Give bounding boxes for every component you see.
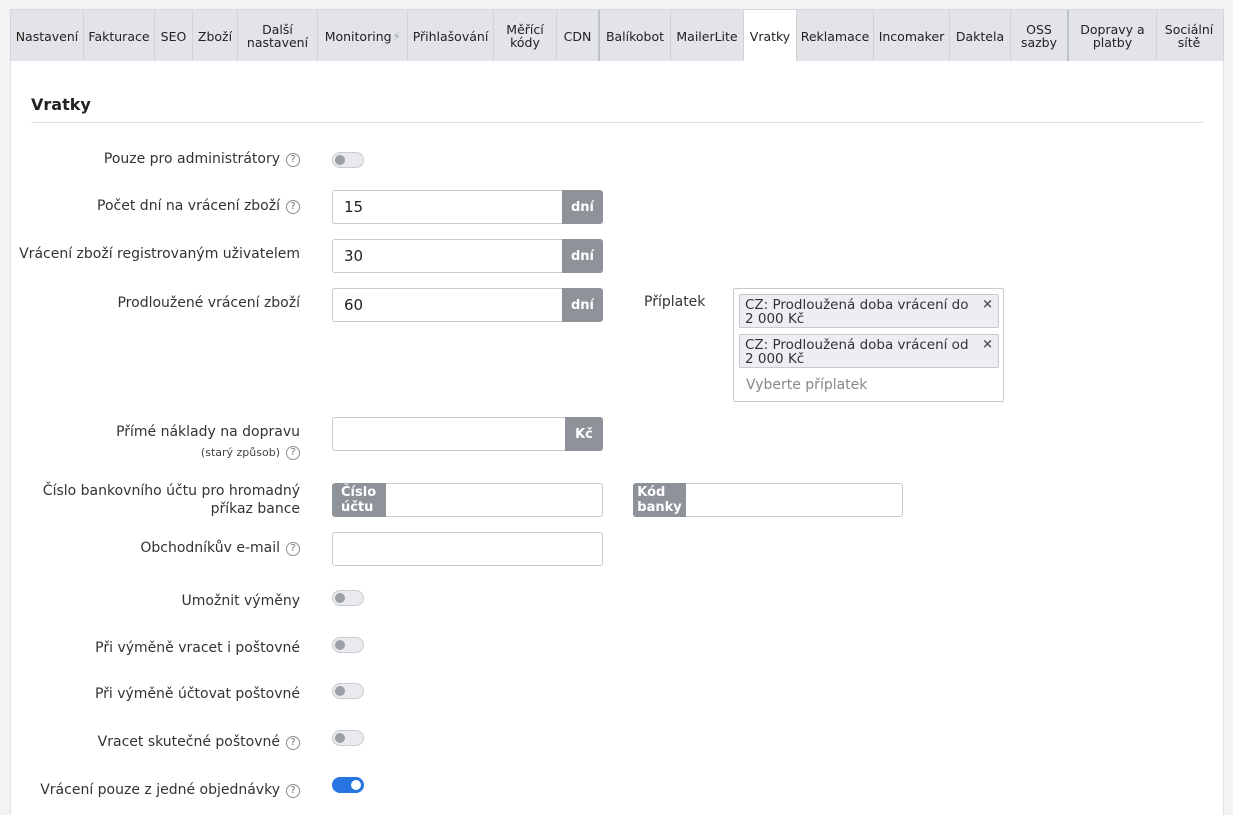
- tab-label: Daktela: [955, 28, 1005, 44]
- section-divider: [31, 122, 1203, 123]
- tab-label: Incomaker: [878, 28, 945, 44]
- tab-label: Přihlašování: [412, 28, 489, 44]
- help-icon[interactable]: ?: [286, 736, 300, 750]
- merchant-email-input[interactable]: [332, 532, 603, 566]
- exchange-charge-shipping-toggle[interactable]: [332, 683, 364, 699]
- surcharge-multiselect[interactable]: CZ: Prodloužená doba vrácení do 2 000 Kč…: [733, 288, 1004, 402]
- shipping-costs-label: Přímé náklady na dopravu (starý způsob)?: [116, 424, 300, 460]
- tab-seo[interactable]: SEO: [155, 10, 193, 62]
- tab-socialni-site[interactable]: Sociální sítě: [1157, 10, 1221, 62]
- bank-code-group: Kód banky: [633, 483, 903, 517]
- bolt-icon: ⚡: [392, 29, 401, 43]
- chip-label: CZ: Prodloužená doba vrácení od 2 000 Kč: [745, 337, 969, 367]
- tab-nastaveni[interactable]: Nastavení: [11, 10, 84, 62]
- allow-exchange-label: Umožnit výměny: [181, 593, 300, 609]
- tab-dopravy-a-platby[interactable]: Dopravy a platby: [1069, 10, 1157, 62]
- account-number-addon: Číslo účtu: [332, 483, 386, 517]
- account-number-input[interactable]: [386, 483, 603, 517]
- close-icon[interactable]: ×: [982, 298, 993, 312]
- surcharge-chip: CZ: Prodloužená doba vrácení od 2 000 Kč…: [739, 334, 999, 368]
- exchange-refund-shipping-toggle[interactable]: [332, 637, 364, 653]
- settings-tab-bar: Nastavení Fakturace SEO Zboží Další nast…: [10, 9, 1224, 63]
- tab-balikobot[interactable]: Balíkobot: [600, 10, 671, 62]
- help-icon[interactable]: ?: [286, 542, 300, 556]
- help-icon[interactable]: ?: [286, 200, 300, 214]
- tab-daktela[interactable]: Daktela: [950, 10, 1011, 62]
- tab-monitoring[interactable]: Monitoring ⚡: [318, 10, 408, 62]
- bank-account-group: Číslo účtu: [332, 483, 603, 517]
- vratky-panel: Vratky Pouze pro administrátory? Počet d…: [10, 61, 1224, 815]
- days-unit-addon: dní: [561, 239, 603, 273]
- tab-reklamace[interactable]: Reklamace: [797, 10, 874, 62]
- actual-shipping-label: Vracet skutečné poštovné?: [98, 733, 300, 751]
- tab-zbozi[interactable]: Zboží: [193, 10, 238, 62]
- registered-days-group: dní: [332, 239, 603, 273]
- tab-label: Vratky: [749, 29, 791, 44]
- bank-code-addon: Kód banky: [633, 483, 686, 517]
- tab-label: Fakturace: [88, 28, 150, 44]
- tab-label: CDN: [563, 28, 592, 44]
- tab-label: Sociální sítě: [1164, 22, 1214, 50]
- currency-addon: Kč: [565, 417, 603, 451]
- surcharge-chip: CZ: Prodloužená doba vrácení do 2 000 Kč…: [739, 294, 999, 328]
- exchange-refund-shipping-label: Při výměně vracet i poštovné: [95, 640, 300, 656]
- shipping-costs-sublabel: (starý způsob): [200, 446, 280, 459]
- allow-exchange-toggle[interactable]: [332, 590, 364, 606]
- tab-label: MailerLite: [676, 28, 738, 44]
- tab-label: Další nastavení: [246, 22, 309, 50]
- tab-label: Monitoring: [324, 28, 392, 44]
- registered-days-label: Vrácení zboží registrovaným uživatelem: [19, 246, 300, 262]
- surcharge-placeholder[interactable]: Vyberte příplatek: [746, 377, 867, 393]
- registered-days-input[interactable]: [332, 239, 562, 273]
- return-days-input[interactable]: [332, 190, 562, 224]
- tab-label: Měřící kódy: [506, 22, 544, 50]
- help-icon[interactable]: ?: [286, 784, 300, 798]
- tab-cdn[interactable]: CDN: [557, 10, 600, 62]
- tab-incomaker[interactable]: Incomaker: [874, 10, 950, 62]
- close-icon[interactable]: ×: [982, 338, 993, 352]
- tab-merici-kody[interactable]: Měřící kódy: [494, 10, 557, 62]
- tab-label: Balíkobot: [605, 28, 665, 44]
- tab-label: Zboží: [197, 28, 233, 44]
- tab-vratky[interactable]: Vratky: [744, 10, 797, 63]
- tab-label: Reklamace: [800, 28, 870, 44]
- chip-label: CZ: Prodloužená doba vrácení do 2 000 Kč: [745, 297, 969, 327]
- tab-label: OSS sazby: [1020, 22, 1058, 50]
- tab-label: SEO: [160, 28, 187, 44]
- actual-shipping-toggle[interactable]: [332, 730, 364, 746]
- bank-code-input[interactable]: [686, 483, 903, 517]
- tab-label: Dopravy a platby: [1080, 22, 1145, 50]
- surcharge-label: Příplatek: [644, 294, 706, 310]
- return-days-group: dní: [332, 190, 603, 224]
- section-title: Vratky: [31, 95, 91, 114]
- extended-days-label: Prodloužené vrácení zboží: [117, 295, 300, 311]
- tab-mailerlite[interactable]: MailerLite: [671, 10, 744, 62]
- exchange-charge-shipping-label: Při výměně účtovat poštovné: [94, 686, 300, 702]
- merchant-email-label: Obchodníkův e-mail?: [140, 539, 300, 557]
- admin-only-toggle[interactable]: [332, 152, 364, 168]
- tab-dalsi-nastaveni[interactable]: Další nastavení: [238, 10, 318, 62]
- days-unit-addon: dní: [561, 288, 603, 322]
- single-order-toggle[interactable]: [332, 777, 364, 793]
- tab-fakturace[interactable]: Fakturace: [84, 10, 155, 62]
- admin-only-label: Pouze pro administrátory?: [104, 150, 300, 168]
- days-unit-addon: dní: [561, 190, 603, 224]
- extended-days-group: dní: [332, 288, 603, 322]
- return-days-label: Počet dní na vrácení zboží?: [97, 197, 300, 215]
- help-icon[interactable]: ?: [286, 446, 300, 460]
- shipping-costs-input[interactable]: [332, 417, 565, 451]
- shipping-costs-group: Kč: [332, 417, 603, 451]
- bank-account-label: Číslo bankovního účtu pro hromadný příka…: [42, 483, 300, 517]
- tab-label: Nastavení: [15, 28, 79, 44]
- extended-days-input[interactable]: [332, 288, 562, 322]
- single-order-label: Vrácení pouze z jedné objednávky?: [40, 781, 300, 799]
- tab-prihlasovani[interactable]: Přihlašování: [408, 10, 494, 62]
- help-icon[interactable]: ?: [286, 153, 300, 167]
- tab-oss-sazby[interactable]: OSS sazby: [1011, 10, 1069, 62]
